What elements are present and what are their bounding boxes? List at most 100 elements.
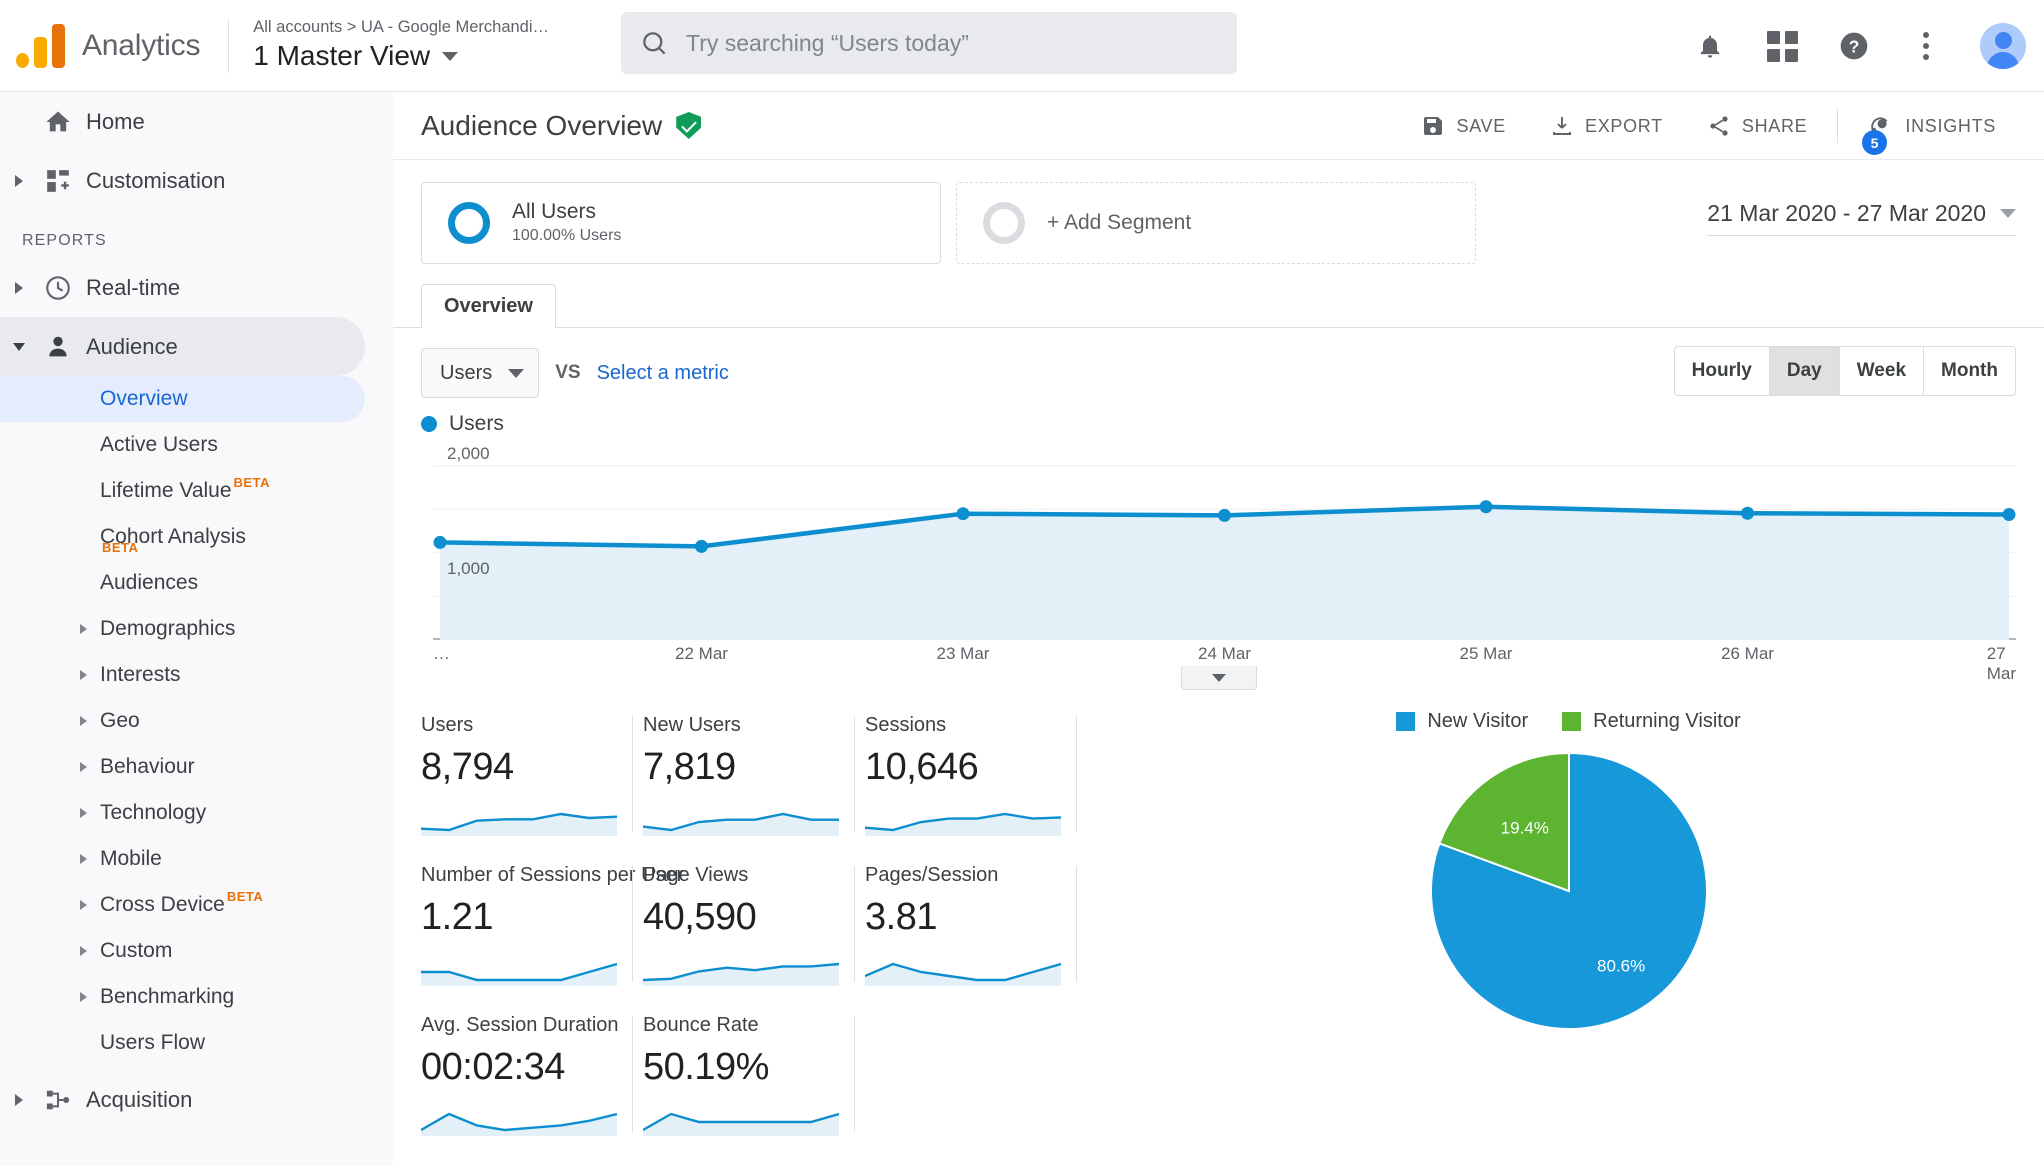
chart-plot-area[interactable]: 2,0001,000 bbox=[433, 444, 2016, 640]
sidebar-subitem-behaviour[interactable]: Behaviour bbox=[0, 744, 393, 790]
save-label: SAVE bbox=[1456, 116, 1506, 137]
chevron-right-icon bbox=[80, 762, 87, 772]
more-options-button[interactable] bbox=[1908, 28, 1944, 64]
sidebar-subitem-benchmarking[interactable]: Benchmarking bbox=[0, 974, 393, 1020]
metric-label: Page Views bbox=[643, 860, 841, 890]
chart-data-point[interactable] bbox=[434, 536, 447, 549]
segment-ring-icon bbox=[448, 202, 490, 244]
share-button[interactable]: SHARE bbox=[1685, 114, 1830, 138]
sidebar-item-customisation[interactable]: Customisation bbox=[0, 151, 393, 210]
account-selector[interactable]: All accounts > UA - Google Merchandi… 1 … bbox=[253, 17, 553, 74]
metric-card[interactable]: Pages/Session3.81 bbox=[865, 860, 1087, 1010]
sidebar-item-audience[interactable]: Audience bbox=[0, 317, 365, 376]
select-metric-link[interactable]: Select a metric bbox=[597, 362, 729, 385]
legend-color-swatch bbox=[421, 416, 437, 432]
insights-label: INSIGHTS bbox=[1905, 116, 1996, 137]
chart-data-point[interactable] bbox=[1741, 507, 1754, 520]
sidebar-subitem-active-users[interactable]: Active Users bbox=[0, 422, 393, 468]
sidebar-subitem-label: Benchmarking bbox=[100, 985, 234, 1009]
tab-overview[interactable]: Overview bbox=[421, 284, 556, 328]
add-segment-button[interactable]: + Add Segment bbox=[956, 182, 1476, 264]
sidebar-subitem-interests[interactable]: Interests bbox=[0, 652, 393, 698]
sidebar-item-acquisition[interactable]: Acquisition bbox=[0, 1070, 393, 1129]
beta-badge: BETA bbox=[102, 540, 138, 555]
save-button[interactable]: SAVE bbox=[1399, 114, 1528, 138]
add-segment-label: + Add Segment bbox=[1047, 211, 1191, 235]
search-icon bbox=[641, 30, 668, 57]
pie-svg-container[interactable]: 80.6%19.4% bbox=[1429, 751, 1709, 1036]
segment-bar: All Users 100.00% Users + Add Segment 21… bbox=[393, 160, 2044, 272]
chart-data-point[interactable] bbox=[1218, 509, 1231, 522]
sidebar-subitem-label: Audiences bbox=[100, 571, 198, 595]
metric-card[interactable]: Avg. Session Duration00:02:34 bbox=[421, 1010, 643, 1160]
metric-card[interactable]: Users8,794 bbox=[421, 710, 643, 860]
sidebar-subitem-label: Technology bbox=[100, 801, 206, 825]
search-bar[interactable] bbox=[621, 12, 1237, 74]
legend-color-swatch bbox=[1396, 712, 1415, 731]
chart-x-tick-label: … bbox=[433, 644, 450, 664]
search-input[interactable] bbox=[686, 30, 1217, 57]
add-segment-ring-icon bbox=[983, 202, 1025, 244]
chart-data-point[interactable] bbox=[1480, 500, 1493, 513]
metric-label: New Users bbox=[643, 710, 841, 740]
metric-card[interactable]: Number of Sessions per User1.21 bbox=[421, 860, 643, 1010]
metric-card[interactable]: Sessions10,646 bbox=[865, 710, 1087, 860]
notifications-button[interactable] bbox=[1692, 28, 1728, 64]
sidebar-item-real-time[interactable]: Real-time bbox=[0, 258, 393, 317]
chart-data-point[interactable] bbox=[2003, 508, 2016, 521]
chart-expand-handle[interactable] bbox=[1181, 666, 1257, 690]
sidebar-subitem-technology[interactable]: Technology bbox=[0, 790, 393, 836]
metric-selector[interactable]: Users bbox=[421, 348, 539, 398]
help-button[interactable]: ? bbox=[1836, 28, 1872, 64]
legend-label: Users bbox=[449, 412, 504, 436]
apps-button[interactable] bbox=[1764, 28, 1800, 64]
export-button[interactable]: EXPORT bbox=[1528, 114, 1685, 138]
chart-data-point[interactable] bbox=[957, 507, 970, 520]
metric-value: 8,794 bbox=[421, 740, 619, 794]
metric-card[interactable]: New Users7,819 bbox=[643, 710, 865, 860]
top-app-bar: Analytics All accounts > UA - Google Mer… bbox=[0, 0, 2044, 92]
chevron-right-icon bbox=[80, 992, 87, 1002]
chart-legend: Users bbox=[421, 412, 2016, 436]
segment-all-users[interactable]: All Users 100.00% Users bbox=[421, 182, 941, 264]
date-range-picker[interactable]: 21 Mar 2020 - 27 Mar 2020 bbox=[1707, 200, 2016, 236]
sidebar-item-label: Acquisition bbox=[86, 1087, 192, 1113]
sidebar-subitem-cohort-analysis[interactable]: Cohort AnalysisBETA bbox=[0, 514, 393, 560]
share-icon bbox=[1707, 114, 1731, 138]
metric-card-row: Number of Sessions per User1.21Page View… bbox=[421, 860, 1121, 1010]
metric-card[interactable]: Bounce Rate50.19% bbox=[643, 1010, 865, 1160]
sidebar-subitem-audiences[interactable]: Audiences bbox=[0, 560, 393, 606]
sidebar-subitem-mobile[interactable]: Mobile bbox=[0, 836, 393, 882]
granularity-month[interactable]: Month bbox=[1924, 347, 2015, 395]
sidebar-item-home[interactable]: Home bbox=[0, 92, 393, 151]
sidebar-subitem-label: Cross Device bbox=[100, 893, 225, 917]
sidebar-subitem-geo[interactable]: Geo bbox=[0, 698, 393, 744]
insights-button[interactable]: 5 INSIGHTS bbox=[1846, 113, 2018, 139]
sidebar-subitem-demographics[interactable]: Demographics bbox=[0, 606, 393, 652]
metric-sparkline bbox=[421, 1098, 617, 1136]
sidebar-subitem-cross-device[interactable]: Cross DeviceBETA bbox=[0, 882, 393, 928]
metric-card[interactable]: Page Views40,590 bbox=[643, 860, 865, 1010]
avatar[interactable] bbox=[1980, 23, 2026, 69]
chevron-right-icon bbox=[8, 175, 30, 187]
sidebar-subitem-custom[interactable]: Custom bbox=[0, 928, 393, 974]
svg-text:?: ? bbox=[1849, 37, 1860, 57]
breadcrumb: All accounts > UA - Google Merchandi… bbox=[253, 17, 553, 37]
granularity-hourly[interactable]: Hourly bbox=[1675, 347, 1770, 395]
divider bbox=[228, 19, 229, 73]
legend-new-visitor[interactable]: New Visitor bbox=[1396, 710, 1528, 733]
sidebar-subitem-lifetime-value[interactable]: Lifetime ValueBETA bbox=[0, 468, 393, 514]
sidebar-subitem-label: Overview bbox=[100, 387, 188, 411]
chart-data-point[interactable] bbox=[695, 540, 708, 553]
insights-badge: 5 bbox=[1862, 130, 1887, 155]
sidebar-subitem-users-flow[interactable]: Users Flow bbox=[0, 1020, 393, 1066]
sidebar-subitem-label: Active Users bbox=[100, 433, 218, 457]
share-label: SHARE bbox=[1742, 116, 1808, 137]
sidebar-subitem-overview[interactable]: Overview bbox=[0, 376, 365, 422]
granularity-day[interactable]: Day bbox=[1770, 347, 1840, 395]
granularity-week[interactable]: Week bbox=[1840, 347, 1924, 395]
view-selector[interactable]: 1 Master View bbox=[253, 38, 553, 74]
chart-area-fill bbox=[440, 507, 2009, 640]
view-name-label: 1 Master View bbox=[253, 38, 430, 74]
legend-returning-visitor[interactable]: Returning Visitor bbox=[1562, 710, 1740, 733]
